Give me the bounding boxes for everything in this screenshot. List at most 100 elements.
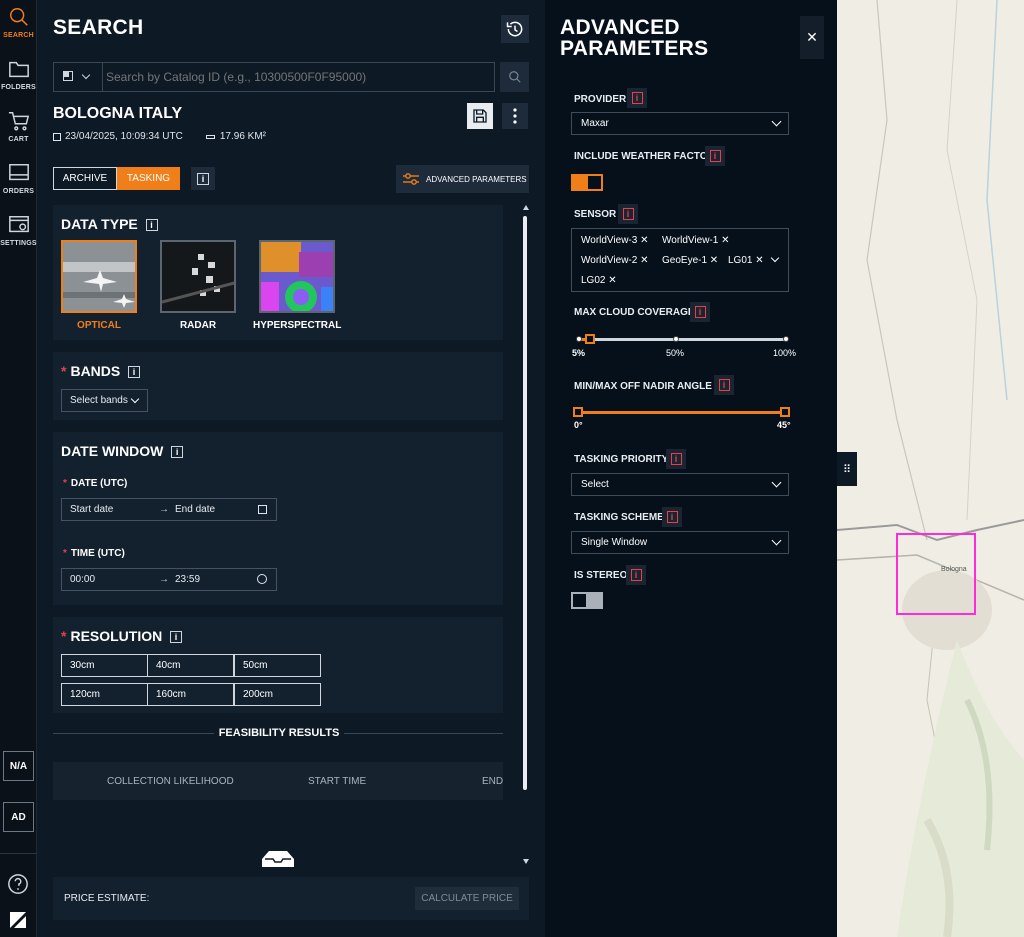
info-icon: i: [631, 92, 643, 104]
time-range-input[interactable]: 00:00 → 23:59: [61, 568, 277, 591]
nav-divider: [0, 853, 37, 854]
resolution-title: * RESOLUTION i: [61, 628, 183, 644]
tab-archive[interactable]: ARCHIVE: [53, 167, 117, 190]
slider-tick-label: 100%: [773, 348, 797, 358]
cloud-slider-track[interactable]: [579, 338, 786, 341]
advanced-parameters-panel: ADVANCED PARAMETERS ✕ PROVIDER i Maxar IN…: [545, 0, 837, 937]
close-button[interactable]: ✕: [800, 16, 824, 59]
sensor-info-button[interactable]: i: [618, 204, 638, 224]
radar-thumbnail[interactable]: [160, 240, 236, 313]
more-button[interactable]: [502, 103, 528, 129]
nav-search[interactable]: SEARCH: [0, 0, 37, 50]
end-date-field[interactable]: End date: [175, 504, 215, 515]
scrollbar-thumb[interactable]: [523, 216, 527, 790]
history-icon: [506, 21, 523, 37]
chevron-down-icon[interactable]: [81, 70, 91, 80]
sensor-multiselect[interactable]: WorldView-3 ✕ WorldView-1 ✕ WorldView-2 …: [571, 228, 789, 292]
avatar[interactable]: AD: [3, 802, 34, 832]
bands-select[interactable]: Select bands: [61, 389, 148, 412]
calculate-price-button[interactable]: CALCULATE PRICE: [415, 887, 519, 910]
calendar-icon[interactable]: [258, 505, 267, 514]
nav-cart-label: CART: [8, 136, 29, 143]
stereo-info-button[interactable]: i: [626, 565, 646, 585]
scheme-info-button[interactable]: i: [662, 507, 682, 527]
column-header[interactable]: END: [482, 776, 503, 787]
nav-cart[interactable]: CART: [0, 104, 37, 154]
search-mode-icon[interactable]: [63, 71, 73, 81]
provider-select[interactable]: Maxar: [571, 112, 789, 135]
map-tiles: [837, 0, 1024, 937]
tasking-info-button[interactable]: i: [191, 167, 215, 190]
scroll-up-icon[interactable]: [523, 205, 529, 210]
help-icon[interactable]: [7, 873, 29, 895]
column-header[interactable]: START TIME: [308, 776, 366, 787]
cloud-slider-handle[interactable]: [584, 334, 595, 344]
info-icon[interactable]: i: [171, 446, 184, 459]
resolution-120cm[interactable]: 120cm: [61, 683, 148, 706]
chevron-down-icon[interactable]: [770, 253, 780, 263]
provider-info-button[interactable]: i: [627, 88, 647, 108]
nadir-slider-track[interactable]: [579, 411, 786, 414]
weather-toggle[interactable]: [571, 174, 603, 191]
end-time-field[interactable]: 23:59: [175, 574, 200, 585]
nadir-max-handle[interactable]: [780, 407, 790, 417]
nadir-min-handle[interactable]: [573, 407, 583, 417]
info-icon[interactable]: i: [145, 219, 158, 232]
sensor-tag[interactable]: WorldView-3 ✕: [581, 235, 649, 246]
nav-orders[interactable]: ORDERS: [0, 156, 37, 206]
optical-thumbnail[interactable]: [61, 240, 137, 313]
feasibility-title: FEASIBILITY RESULTS: [218, 727, 340, 739]
column-header[interactable]: COLLECTION LIKELIHOOD: [107, 776, 234, 787]
resolution-50cm[interactable]: 50cm: [234, 654, 321, 677]
save-button[interactable]: [467, 103, 493, 129]
priority-select[interactable]: Select: [571, 473, 789, 496]
resolution-30cm[interactable]: 30cm: [61, 654, 148, 677]
weather-info-button[interactable]: i: [705, 146, 725, 166]
history-button[interactable]: [501, 15, 529, 43]
catalog-search-bar: [53, 62, 495, 92]
search-input[interactable]: [106, 66, 486, 88]
drag-handle[interactable]: ⠿: [837, 452, 857, 486]
search-panel: SEARCH BOLOGNA ITALY 23/04/2025, 10:09:3…: [37, 0, 545, 937]
sensor-tag[interactable]: GeoEye-1 ✕: [662, 255, 718, 266]
nav-search-label: SEARCH: [3, 32, 34, 39]
resolution-40cm[interactable]: 40cm: [147, 654, 234, 677]
scrollbar[interactable]: [522, 205, 529, 865]
start-time-field[interactable]: 00:00: [70, 574, 95, 585]
info-icon: i: [694, 306, 706, 318]
resolution-160cm[interactable]: 160cm: [147, 683, 234, 706]
scheme-select[interactable]: Single Window: [571, 531, 789, 554]
sensor-tag[interactable]: LG02 ✕: [581, 275, 617, 286]
nadir-info-button[interactable]: i: [714, 375, 734, 395]
map-city-label: Bologna: [941, 566, 967, 573]
aoi-rectangle[interactable]: [896, 533, 976, 615]
search-submit-button[interactable]: [500, 62, 529, 92]
nav-settings[interactable]: SETTINGS: [0, 208, 37, 258]
nadir-min-label: 0°: [574, 420, 583, 430]
info-icon[interactable]: i: [128, 366, 141, 379]
scroll-down-icon[interactable]: [523, 859, 529, 864]
sensor-tag[interactable]: WorldView-1 ✕: [662, 235, 730, 246]
sensor-tag[interactable]: WorldView-2 ✕: [581, 255, 649, 266]
clock-icon[interactable]: [257, 574, 267, 584]
stereo-toggle[interactable]: [571, 592, 603, 609]
advanced-title: ADVANCED PARAMETERS: [560, 16, 709, 60]
info-icon[interactable]: i: [170, 631, 183, 644]
advanced-parameters-button[interactable]: ADVANCED PARAMETERS: [396, 165, 529, 193]
date-range-input[interactable]: Start date → End date: [61, 498, 277, 521]
advanced-parameters-label: ADVANCED PARAMETERS: [426, 174, 527, 184]
info-icon: i: [709, 150, 721, 162]
start-date-field[interactable]: Start date: [70, 504, 113, 515]
info-icon: i: [197, 172, 209, 185]
resolution-200cm[interactable]: 200cm: [234, 683, 321, 706]
data-type-title: DATA TYPE i: [61, 216, 158, 232]
airport-image: [63, 242, 135, 311]
map-view[interactable]: ⠿ Bologna: [837, 0, 1024, 937]
sensor-tag[interactable]: LG01 ✕: [728, 255, 764, 266]
nav-folders[interactable]: FOLDERS: [0, 52, 37, 102]
priority-info-button[interactable]: i: [666, 449, 686, 469]
na-button[interactable]: N/A: [3, 751, 34, 781]
tab-tasking[interactable]: TASKING: [117, 167, 180, 190]
cloud-info-button[interactable]: i: [690, 302, 710, 322]
hyperspectral-thumbnail[interactable]: [259, 240, 335, 313]
